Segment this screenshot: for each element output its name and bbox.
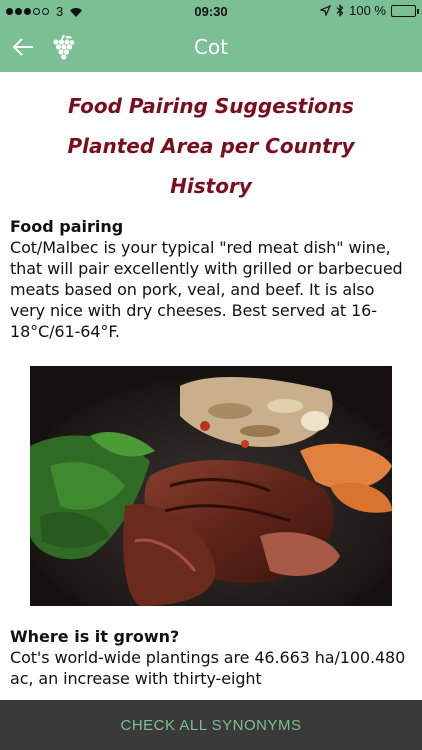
- section-links: Food Pairing Suggestions Planted Area pe…: [0, 72, 422, 206]
- food-pairing-heading: Food pairing: [10, 217, 124, 236]
- grown-text: Cot's world-wide plantings are 46.663 ha…: [10, 648, 406, 688]
- link-planted-area[interactable]: Planted Area per Country: [0, 126, 422, 166]
- link-history[interactable]: History: [0, 166, 422, 206]
- food-photo: [30, 366, 392, 606]
- battery-icon: [391, 4, 419, 17]
- app-header: Cot: [0, 22, 422, 72]
- page-title: Cot: [193, 35, 229, 59]
- status-right: 100 %: [320, 3, 419, 18]
- bluetooth-icon: [336, 4, 344, 17]
- check-synonyms-label: CHECK ALL SYNONYMS: [120, 716, 302, 734]
- battery-percent: 100 %: [349, 3, 386, 18]
- food-pairing-text: Cot/Malbec is your typical "red meat dis…: [10, 238, 403, 341]
- status-bar: 3 09:30 100 %: [0, 0, 422, 22]
- link-food-pairing[interactable]: Food Pairing Suggestions: [0, 86, 422, 126]
- grilled-meat-image: [30, 366, 392, 606]
- location-icon: [320, 5, 332, 16]
- food-pairing-section: Food pairing Cot/Malbec is your typical …: [0, 216, 422, 342]
- check-synonyms-button[interactable]: CHECK ALL SYNONYMS: [0, 700, 422, 750]
- grown-heading: Where is it grown?: [10, 627, 180, 646]
- content-area[interactable]: Food Pairing Suggestions Planted Area pe…: [0, 72, 422, 700]
- grown-section: Where is it grown? Cot's world-wide plan…: [0, 626, 422, 689]
